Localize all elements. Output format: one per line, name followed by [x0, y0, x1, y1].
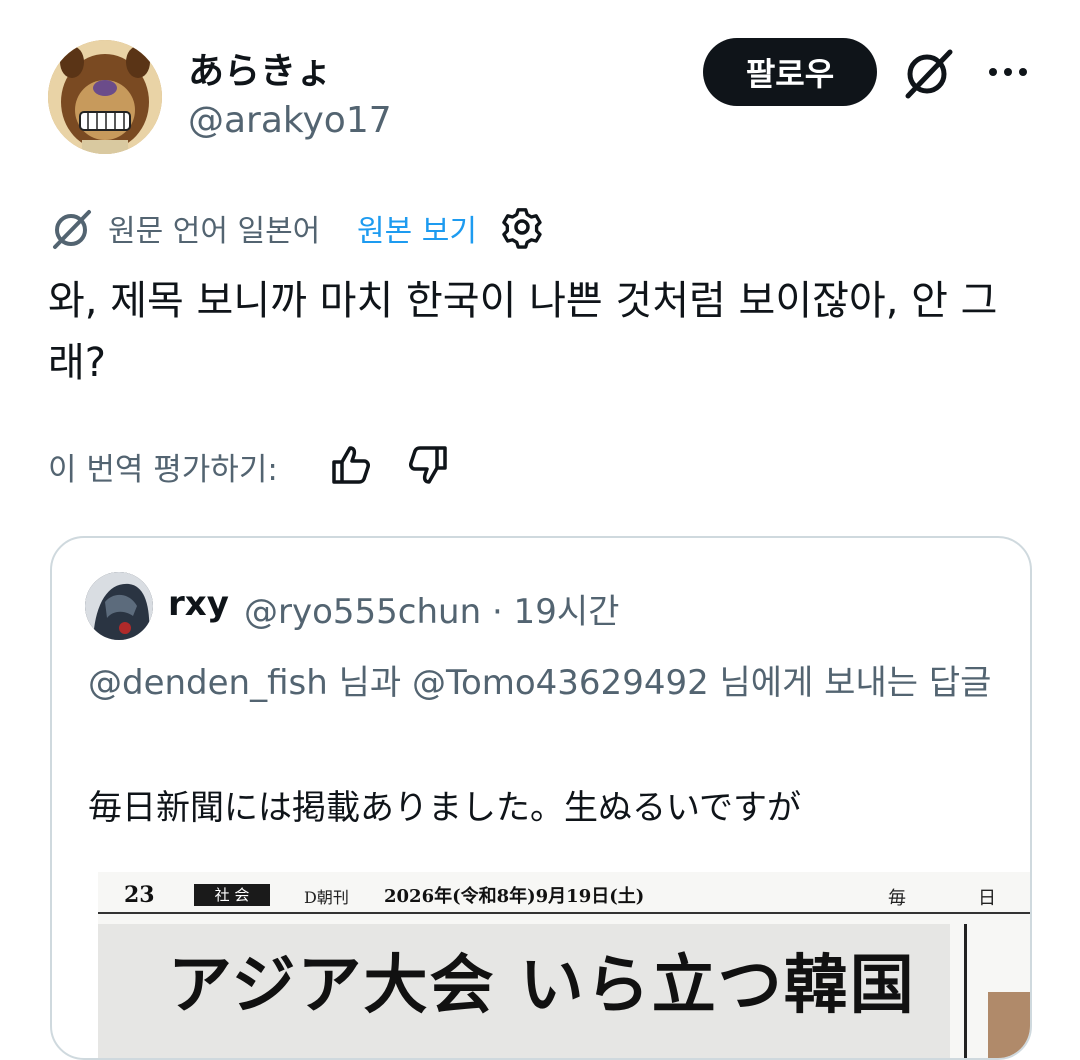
- display-name[interactable]: あらきょ: [188, 42, 332, 94]
- newspaper-rule: [98, 912, 1030, 914]
- thumbs-up-icon[interactable]: [330, 444, 372, 486]
- translate-icon: [50, 207, 94, 251]
- newspaper-page-number: 23: [124, 882, 155, 908]
- newspaper-column-rule: [964, 924, 967, 1058]
- view-original-link[interactable]: 원본 보기: [357, 206, 477, 250]
- avatar-image: [48, 40, 162, 154]
- grok-icon[interactable]: [902, 46, 956, 100]
- tweet-text: 와, 제목 보니까 마치 한국이 나쁜 것처럼 보이잖아, 안 그래?: [48, 278, 998, 386]
- user-handle[interactable]: @arakyo17: [188, 100, 392, 141]
- newspaper-headline: アジア大会 いら立つ韓国: [168, 948, 916, 1023]
- newspaper-section: 社 会: [194, 884, 270, 906]
- newspaper-masthead-char: 日: [978, 888, 996, 909]
- quoted-tweet-text: 毎日新聞には掲載ありました。生ぬるいですが: [88, 788, 801, 828]
- quoted-tweet-card[interactable]: rxy @ryo555chun · 19시간 @denden_fish 님과 @…: [50, 536, 1032, 1060]
- rate-translation-label: 이 번역 평가하기:: [48, 452, 278, 488]
- reply-to-note: @denden_fish 님과 @Tomo43629492 님에게 보내는 답글: [88, 663, 992, 703]
- gear-icon[interactable]: [502, 207, 544, 249]
- quoted-handle-time[interactable]: @ryo555chun · 19시간: [244, 584, 619, 633]
- follow-button[interactable]: 팔로우: [703, 38, 877, 106]
- newspaper-edition: D朝刊: [304, 888, 349, 907]
- thumbs-down-icon[interactable]: [407, 446, 449, 488]
- more-icon[interactable]: [988, 60, 1028, 84]
- avatar[interactable]: [48, 40, 162, 154]
- newspaper-photo: [988, 992, 1030, 1058]
- newspaper-masthead-char: 毎: [888, 888, 906, 909]
- newspaper-date: 2026年(令和8年)9月19日(土): [384, 886, 645, 907]
- quoted-display-name[interactable]: rxy: [168, 584, 229, 624]
- quoted-avatar[interactable]: [85, 572, 153, 640]
- translation-note: 원문 언어 일본어: [108, 214, 321, 249]
- newspaper-image[interactable]: 23 社 会 D朝刊 2026年(令和8年)9月19日(土) 毎 日 アジア大会…: [98, 872, 1030, 1058]
